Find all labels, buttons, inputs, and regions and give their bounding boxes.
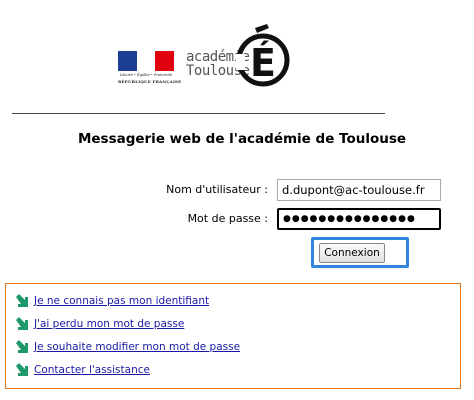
help-link-row: Je ne connais pas mon identifiant: [15, 293, 209, 309]
tricolor-flag-icon: [118, 51, 175, 71]
help-link-row: Contacter l'assistance: [15, 362, 150, 378]
arrow-down-right-icon: [16, 363, 28, 376]
header-logos: Liberté • Égalité • Fraternité RÉPUBLIQU…: [118, 24, 298, 96]
arrow-down-right-icon: [16, 340, 28, 353]
connexion-button[interactable]: Connexion: [319, 243, 385, 263]
password-label: Mot de passe :: [187, 212, 268, 225]
arrow-down-right-icon: [16, 294, 28, 307]
republic-name: RÉPUBLIQUE FRANÇAISE: [118, 79, 182, 84]
help-link-row: J'ai perdu mon mot de passe: [15, 316, 184, 332]
link-contact-support[interactable]: Contacter l'assistance: [34, 364, 150, 376]
academy-e-logo-icon: É: [236, 24, 290, 87]
republique-francaise-logo: Liberté • Égalité • Fraternité RÉPUBLIQU…: [118, 51, 182, 89]
republic-motto: Liberté • Égalité • Fraternité: [119, 73, 173, 77]
help-links-box: Je ne connais pas mon identifiant J'ai p…: [5, 283, 461, 389]
link-unknown-identifier[interactable]: Je ne connais pas mon identifiant: [34, 295, 209, 307]
username-label: Nom d'utilisateur :: [166, 183, 268, 196]
help-link-row: Je souhaite modifier mon mot de passe: [15, 339, 240, 355]
header-divider: [12, 113, 385, 114]
arrow-down-right-icon: [16, 317, 28, 330]
password-input[interactable]: [277, 208, 441, 230]
logo-letter: É: [250, 41, 276, 85]
link-change-password[interactable]: Je souhaite modifier mon mot de passe: [34, 341, 240, 353]
page-title: Messagerie web de l'académie de Toulouse: [77, 131, 407, 147]
username-input[interactable]: [277, 179, 441, 201]
link-lost-password[interactable]: J'ai perdu mon mot de passe: [34, 318, 184, 330]
